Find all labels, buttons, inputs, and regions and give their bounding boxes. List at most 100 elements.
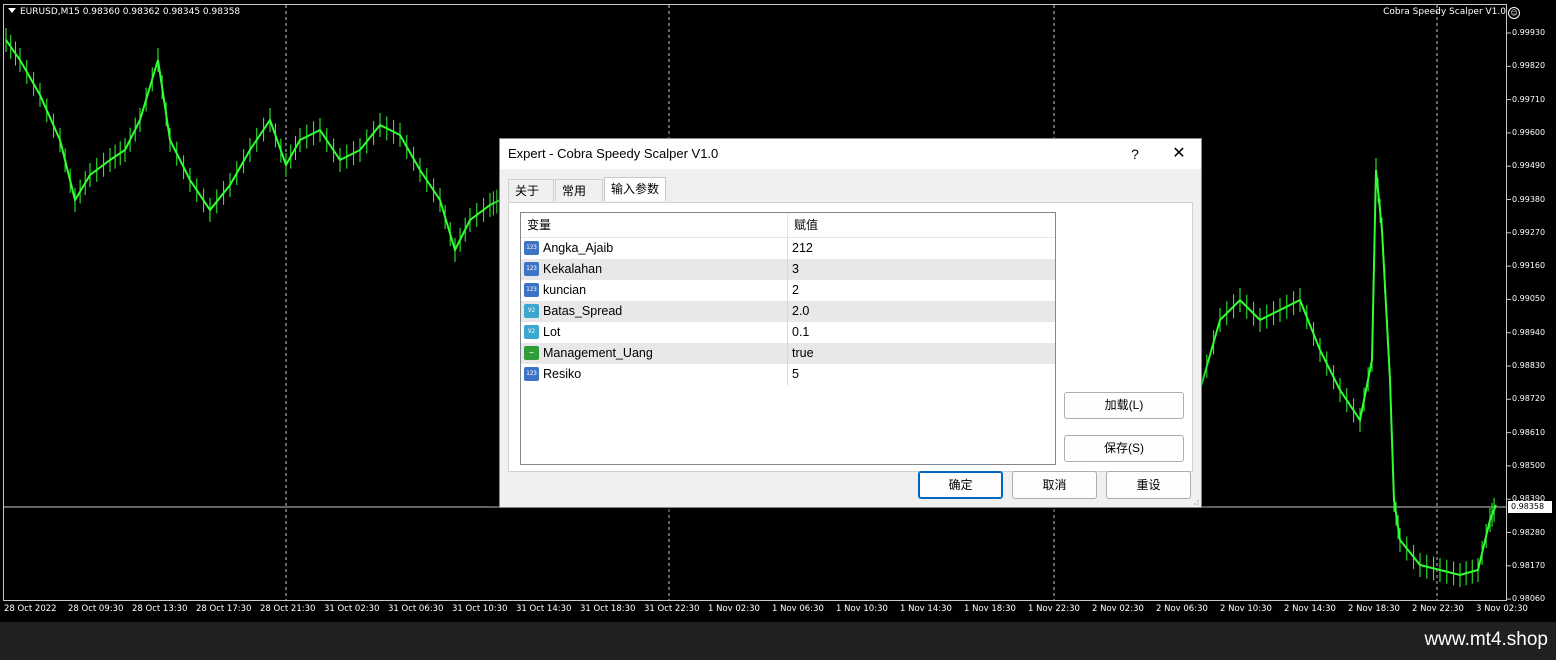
price-tick-label: 0.99380 xyxy=(1512,194,1546,204)
price-tick-label: 0.98280 xyxy=(1512,527,1546,537)
parameters-grid[interactable]: 变量 赋值 123 Angka_Ajaib 212 123 Kekalahan 3 123 k… xyxy=(520,212,1056,465)
parameter-row[interactable]: 123 Kekalahan 3 xyxy=(521,259,1055,280)
parameter-name: Lot xyxy=(543,325,561,339)
parameter-name-cell: V2 Batas_Spread xyxy=(521,301,788,322)
price-tick-label: 0.99270 xyxy=(1512,227,1546,237)
parameter-value[interactable]: 2 xyxy=(788,280,1055,301)
time-tick-label: 2 Nov 22:30 xyxy=(1412,604,1464,614)
reset-button[interactable]: 重设 xyxy=(1106,471,1191,499)
int-type-icon: 123 xyxy=(524,283,539,297)
time-tick-label: 2 Nov 02:30 xyxy=(1092,604,1144,614)
dropdown-triangle-icon[interactable] xyxy=(8,8,16,13)
time-tick-label: 1 Nov 22:30 xyxy=(1028,604,1080,614)
parameter-name: Resiko xyxy=(543,367,582,381)
time-tick-label: 2 Nov 18:30 xyxy=(1348,604,1400,614)
header-variable[interactable]: 变量 xyxy=(521,213,788,237)
int-type-icon: 123 xyxy=(524,241,539,255)
parameter-name-cell: ~ Management_Uang xyxy=(521,343,788,364)
time-tick-label: 31 Oct 06:30 xyxy=(388,604,444,614)
time-tick-label: 1 Nov 02:30 xyxy=(708,604,760,614)
parameter-value[interactable]: 5 xyxy=(788,364,1055,385)
parameter-value[interactable]: 0.1 xyxy=(788,322,1055,343)
price-tick-label: 0.98830 xyxy=(1512,361,1546,370)
cancel-button[interactable]: 取消 xyxy=(1012,471,1097,499)
price-tick-label: 0.99710 xyxy=(1512,94,1546,104)
parameter-name-cell: 123 Angka_Ajaib xyxy=(521,238,788,259)
tab-about[interactable]: 关于 xyxy=(508,179,554,201)
price-tick-label: 0.98940 xyxy=(1512,327,1546,337)
parameter-row[interactable]: ~ Management_Uang true xyxy=(521,343,1055,364)
time-tick-label: 1 Nov 14:30 xyxy=(900,604,952,614)
parameter-name-cell: 123 Kekalahan xyxy=(521,259,788,280)
help-button[interactable]: ? xyxy=(1120,139,1150,169)
current-price-label: 0.98358 xyxy=(1508,501,1552,513)
time-tick-label: 1 Nov 18:30 xyxy=(964,604,1016,614)
parameter-name-cell: 123 Resiko xyxy=(521,364,788,385)
load-button[interactable]: 加载(L) xyxy=(1064,392,1184,419)
price-tick-label: 0.99600 xyxy=(1512,127,1546,137)
symbol-info-text: EURUSD,M15 0.98360 0.98362 0.98345 0.983… xyxy=(20,7,241,17)
price-tick-label: 0.98500 xyxy=(1512,460,1546,470)
parameter-value[interactable]: true xyxy=(788,343,1055,364)
time-tick-label: 2 Nov 14:30 xyxy=(1284,604,1336,614)
price-tick-label: 0.99050 xyxy=(1512,294,1546,304)
ok-button[interactable]: 确定 xyxy=(918,471,1003,499)
time-tick-label: 31 Oct 02:30 xyxy=(324,604,380,614)
double-type-icon: V2 xyxy=(524,304,539,318)
time-tick-label: 31 Oct 18:30 xyxy=(580,604,636,614)
parameter-name: kuncian xyxy=(543,283,587,297)
symbol-info: EURUSD,M15 0.98360 0.98362 0.98345 0.983… xyxy=(8,7,240,17)
time-tick-label: 31 Oct 22:30 xyxy=(644,604,700,614)
parameter-value[interactable]: 2.0 xyxy=(788,301,1055,322)
price-tick-label: 0.99930 xyxy=(1512,28,1546,37)
int-type-icon: 123 xyxy=(524,367,539,381)
parameter-name-cell: 123 kuncian xyxy=(521,280,788,301)
price-tick-label: 0.98720 xyxy=(1512,394,1546,404)
resize-grip-icon[interactable] xyxy=(1191,497,1199,505)
dialog-titlebar[interactable]: Expert - Cobra Speedy Scalper V1.0 ? ✕ xyxy=(500,139,1201,169)
int-type-icon: 123 xyxy=(524,262,539,276)
watermark: www.mt4.shop xyxy=(1424,629,1548,650)
price-tick-label: 0.99160 xyxy=(1512,261,1546,271)
price-trace-left xyxy=(5,39,501,253)
expert-properties-dialog: Expert - Cobra Speedy Scalper V1.0 ? ✕ 关… xyxy=(499,138,1202,508)
parameter-row[interactable]: 123 kuncian 2 xyxy=(521,280,1055,301)
tab-inputs[interactable]: 输入参数 xyxy=(604,177,666,201)
header-value[interactable]: 赋值 xyxy=(788,213,1055,237)
tab-common[interactable]: 常用 xyxy=(555,179,603,201)
time-tick-label: 3 Nov 02:30 xyxy=(1476,604,1528,614)
price-tick-label: 0.98610 xyxy=(1512,427,1546,437)
time-tick-label: 2 Nov 10:30 xyxy=(1220,604,1272,614)
time-tick-label: 28 Oct 2022 xyxy=(4,604,57,614)
dialog-title: Expert - Cobra Speedy Scalper V1.0 xyxy=(508,146,719,161)
save-button[interactable]: 保存(S) xyxy=(1064,435,1184,462)
price-trace-right xyxy=(1199,169,1497,577)
price-tick-label: 0.99820 xyxy=(1512,61,1546,71)
time-tick-label: 2 Nov 06:30 xyxy=(1156,604,1208,614)
close-button[interactable]: ✕ xyxy=(1164,139,1194,169)
parameter-row[interactable]: 123 Resiko 5 xyxy=(521,364,1055,385)
parameter-name: Batas_Spread xyxy=(543,304,623,318)
price-tick-label: 0.98170 xyxy=(1512,560,1546,570)
time-tick-label: 1 Nov 10:30 xyxy=(836,604,888,614)
time-tick-label: 28 Oct 17:30 xyxy=(196,604,252,614)
parameter-value[interactable]: 3 xyxy=(788,259,1055,280)
bool-type-icon: ~ xyxy=(524,346,539,360)
price-tick-label: 0.99490 xyxy=(1512,161,1546,171)
price-tick-label: 0.98060 xyxy=(1512,594,1546,604)
parameter-name: Angka_Ajaib xyxy=(543,241,614,255)
time-tick-label: 28 Oct 09:30 xyxy=(68,604,124,614)
grid-header: 变量 赋值 xyxy=(521,213,1055,238)
parameter-row[interactable]: 123 Angka_Ajaib 212 xyxy=(521,238,1055,259)
time-tick-label: 31 Oct 10:30 xyxy=(452,604,508,614)
double-type-icon: V2 xyxy=(524,325,539,339)
time-tick-label: 28 Oct 13:30 xyxy=(132,604,188,614)
time-tick-label: 31 Oct 14:30 xyxy=(516,604,572,614)
time-tick-label: 1 Nov 06:30 xyxy=(772,604,824,614)
parameter-row[interactable]: V2 Lot 0.1 xyxy=(521,322,1055,343)
parameter-row[interactable]: V2 Batas_Spread 2.0 xyxy=(521,301,1055,322)
parameter-value[interactable]: 212 xyxy=(788,238,1055,259)
footer-bar xyxy=(0,622,1556,660)
parameter-name: Management_Uang xyxy=(543,346,653,360)
expert-name-label: Cobra Speedy Scalper V1.0 xyxy=(1383,7,1506,17)
